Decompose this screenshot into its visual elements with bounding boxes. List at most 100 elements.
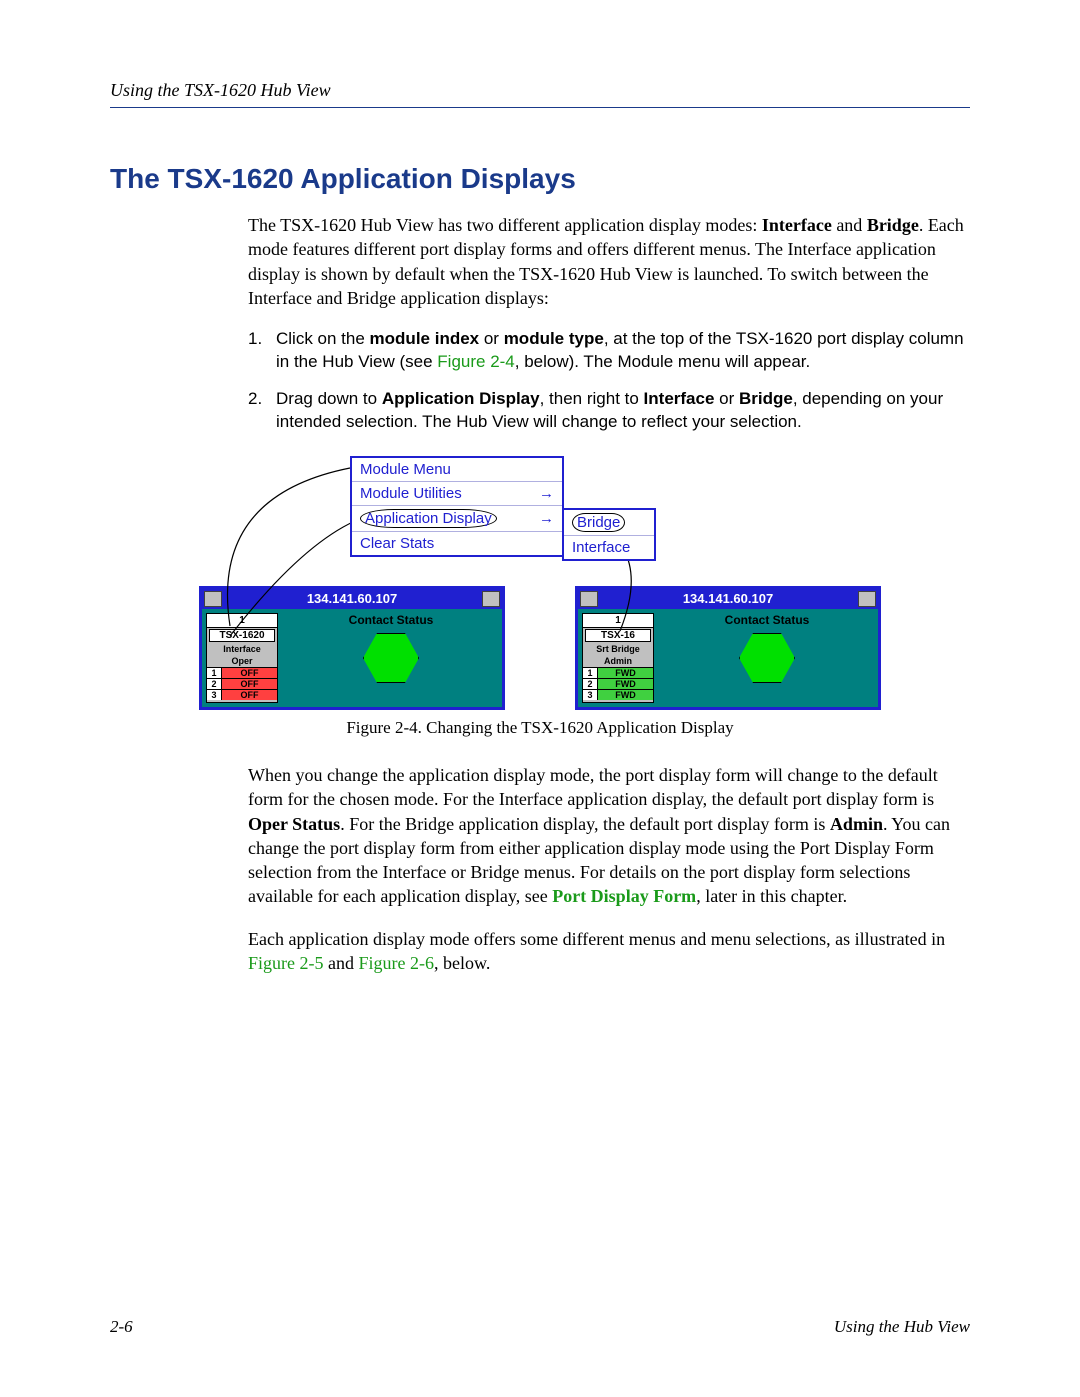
port-num: 3 bbox=[207, 690, 222, 700]
port-status: OFF bbox=[222, 679, 277, 689]
module-menu[interactable]: Module Menu Module Utilities → Applicatio… bbox=[350, 456, 564, 557]
port-num: 2 bbox=[583, 679, 598, 689]
contact-status-label: Contact Status bbox=[284, 613, 498, 627]
display-mode: Srt Bridge bbox=[583, 643, 653, 655]
text: Click on the bbox=[276, 329, 370, 348]
contact-status-area: Contact Status bbox=[284, 613, 498, 703]
figure-ref-2-6[interactable]: Figure 2-6 bbox=[359, 953, 435, 973]
step-1: 1. Click on the module index or module t… bbox=[248, 328, 970, 374]
keyword-interface: Interface bbox=[762, 215, 832, 235]
port-row[interactable]: 3FWD bbox=[583, 689, 653, 700]
page-number: 2-6 bbox=[110, 1317, 133, 1337]
module-type[interactable]: TSX-16 bbox=[585, 629, 651, 642]
keyword-application-display: Application Display bbox=[382, 389, 540, 408]
window-title: 134.141.60.107 bbox=[600, 591, 856, 606]
xref-port-display-form[interactable]: Port Display Form bbox=[552, 886, 696, 906]
port-num: 1 bbox=[207, 668, 222, 678]
maximize-icon[interactable] bbox=[482, 591, 500, 607]
port-column[interactable]: 1 TSX-1620 Interface Oper 1OFF 2OFF 3OFF bbox=[206, 613, 278, 703]
contact-status-label: Contact Status bbox=[660, 613, 874, 627]
port-status: FWD bbox=[598, 690, 653, 700]
port-row[interactable]: 2OFF bbox=[207, 678, 277, 689]
text: When you change the application display … bbox=[248, 765, 938, 809]
paragraph-menus: Each application display mode offers som… bbox=[248, 927, 970, 976]
step-number: 1. bbox=[248, 328, 262, 351]
port-status: OFF bbox=[222, 690, 277, 700]
hub-body: 1 TSX-1620 Interface Oper 1OFF 2OFF 3OFF… bbox=[202, 609, 502, 707]
system-menu-icon[interactable] bbox=[204, 591, 222, 607]
page-footer: 2-6 Using the Hub View bbox=[110, 1317, 970, 1337]
submenu-item-interface[interactable]: Interface bbox=[564, 536, 654, 559]
section-title: The TSX-1620 Application Displays bbox=[110, 163, 970, 195]
port-row[interactable]: 1FWD bbox=[583, 667, 653, 678]
port-status: OFF bbox=[222, 668, 277, 678]
text: , later in this chapter. bbox=[696, 886, 847, 906]
submenu-item-bridge[interactable]: Bridge bbox=[564, 510, 654, 536]
arrow-right-icon: → bbox=[539, 485, 554, 502]
menu-title-label: Module Menu bbox=[360, 461, 451, 478]
slot-index[interactable]: 1 bbox=[583, 614, 653, 628]
port-row[interactable]: 2FWD bbox=[583, 678, 653, 689]
running-head: Using the TSX-1620 Hub View bbox=[110, 80, 970, 108]
display-form: Oper bbox=[207, 655, 277, 667]
text: , below. bbox=[434, 953, 490, 973]
hub-view-interface: 134.141.60.107 1 TSX-1620 Interface Oper… bbox=[199, 586, 505, 710]
figure-caption: Figure 2-4. Changing the TSX-1620 Applic… bbox=[110, 718, 970, 738]
text: . For the Bridge application display, th… bbox=[340, 814, 830, 834]
system-menu-icon[interactable] bbox=[580, 591, 598, 607]
menu-item-label: Clear Stats bbox=[360, 535, 434, 552]
text: and bbox=[324, 953, 359, 973]
port-num: 1 bbox=[583, 668, 598, 678]
submenu-item-label: Interface bbox=[572, 539, 630, 556]
keyword-module-index: module index bbox=[370, 329, 480, 348]
port-row[interactable]: 1OFF bbox=[207, 667, 277, 678]
step-2: 2. Drag down to Application Display, the… bbox=[248, 388, 970, 434]
document-page: Using the TSX-1620 Hub View The TSX-1620… bbox=[0, 0, 1080, 1397]
submenu-item-label: Bridge bbox=[572, 513, 625, 532]
hexagon-icon bbox=[363, 633, 419, 683]
keyword-bridge: Bridge bbox=[867, 215, 919, 235]
figure-2-4: Module Menu Module Utilities → Applicatio… bbox=[190, 456, 890, 710]
keyword-oper-status: Oper Status bbox=[248, 814, 340, 834]
keyword-interface: Interface bbox=[644, 389, 715, 408]
window-titlebar[interactable]: 134.141.60.107 bbox=[578, 589, 878, 609]
slot-index[interactable]: 1 bbox=[207, 614, 277, 628]
paragraph-port-display: When you change the application display … bbox=[248, 763, 970, 909]
figure-ref-2-4[interactable]: Figure 2-4 bbox=[437, 352, 514, 371]
figure-ref-2-5[interactable]: Figure 2-5 bbox=[248, 953, 324, 973]
text: , then right to bbox=[540, 389, 644, 408]
menu-item-application-display[interactable]: Application Display → bbox=[352, 506, 562, 532]
text: or bbox=[714, 389, 739, 408]
window-titlebar[interactable]: 134.141.60.107 bbox=[202, 589, 502, 609]
menu-item-label: Module Utilities bbox=[360, 485, 462, 502]
menu-title: Module Menu bbox=[352, 458, 562, 482]
window-title: 134.141.60.107 bbox=[224, 591, 480, 606]
keyword-admin: Admin bbox=[830, 814, 883, 834]
keyword-bridge: Bridge bbox=[739, 389, 793, 408]
text: , below). The Module menu will appear. bbox=[515, 352, 810, 371]
module-type[interactable]: TSX-1620 bbox=[209, 629, 275, 642]
arrow-right-icon: → bbox=[539, 510, 554, 527]
text: and bbox=[832, 215, 867, 235]
text: The TSX-1620 Hub View has two different … bbox=[248, 215, 762, 235]
text: Each application display mode offers som… bbox=[248, 929, 945, 949]
port-num: 2 bbox=[207, 679, 222, 689]
hexagon-icon bbox=[739, 633, 795, 683]
hub-view-bridge: 134.141.60.107 1 TSX-16 Srt Bridge Admin… bbox=[575, 586, 881, 710]
menu-item-label: Application Display bbox=[360, 509, 497, 528]
text: Drag down to bbox=[276, 389, 382, 408]
display-form: Admin bbox=[583, 655, 653, 667]
menu-item-clear-stats[interactable]: Clear Stats bbox=[352, 532, 562, 555]
submenu[interactable]: Bridge Interface bbox=[562, 508, 656, 561]
menu-item-module-utilities[interactable]: Module Utilities → bbox=[352, 482, 562, 506]
maximize-icon[interactable] bbox=[858, 591, 876, 607]
hub-body: 1 TSX-16 Srt Bridge Admin 1FWD 2FWD 3FWD… bbox=[578, 609, 878, 707]
intro-paragraph: The TSX-1620 Hub View has two different … bbox=[248, 213, 970, 310]
footer-section: Using the Hub View bbox=[834, 1317, 970, 1337]
port-column[interactable]: 1 TSX-16 Srt Bridge Admin 1FWD 2FWD 3FWD bbox=[582, 613, 654, 703]
display-mode: Interface bbox=[207, 643, 277, 655]
port-status: FWD bbox=[598, 679, 653, 689]
port-status: FWD bbox=[598, 668, 653, 678]
port-row[interactable]: 3OFF bbox=[207, 689, 277, 700]
keyword-module-type: module type bbox=[504, 329, 604, 348]
